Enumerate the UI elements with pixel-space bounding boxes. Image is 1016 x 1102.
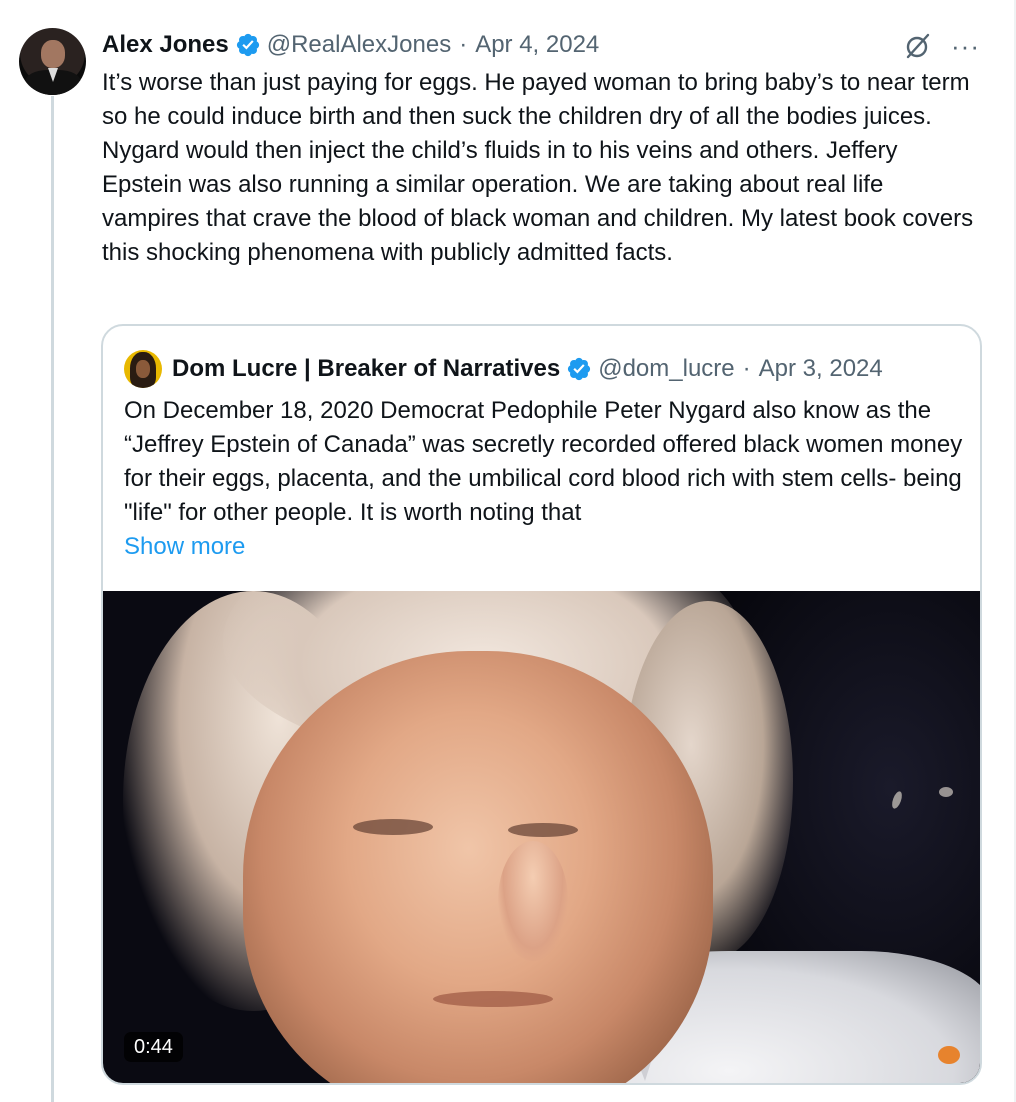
quoted-avatar-face [136,360,150,378]
video-frame-detail [353,819,433,835]
quoted-tweet-date[interactable]: Apr 3, 2024 [759,355,883,383]
video-frame-detail [939,787,953,797]
video-frame-detail [433,991,553,1007]
more-options-icon[interactable]: ··· [951,33,980,59]
author-name[interactable]: Alex Jones [102,31,229,59]
verified-icon[interactable] [235,32,261,58]
quoted-author-name[interactable]: Dom Lucre | Breaker of Narratives [172,355,560,383]
tweet-header: Alex Jones @RealAlexJones · Apr 4, 2024 [102,28,599,62]
quoted-tweet[interactable]: Dom Lucre | Breaker of Narratives @dom_l… [101,324,982,1085]
author-handle[interactable]: @RealAlexJones [267,31,451,59]
avatar[interactable] [19,28,86,95]
video-frame-detail [498,841,568,961]
quoted-avatar[interactable] [124,350,162,388]
thread-connector-line [51,96,54,1102]
video-frame-detail [938,1046,960,1064]
separator-dot: · [459,31,468,58]
video-duration-badge: 0:44 [124,1032,183,1062]
separator-dot: · [742,355,751,382]
show-more-link[interactable]: Show more [124,530,245,564]
verified-icon[interactable] [566,356,592,382]
quoted-author-handle[interactable]: @dom_lucre [598,355,734,383]
video-frame-face [243,651,713,1083]
tweet-text: It’s worse than just paying for eggs. He… [102,69,974,266]
tweet-actions-top: ··· [903,28,980,64]
avatar-face [41,40,65,68]
tweet-date[interactable]: Apr 4, 2024 [475,31,599,59]
grok-icon[interactable] [903,31,933,61]
video-frame-detail [508,823,578,837]
quoted-tweet-header: Dom Lucre | Breaker of Narratives @dom_l… [124,350,883,388]
video-player[interactable]: 0:44 [103,591,980,1083]
quoted-tweet-text: On December 18, 2020 Democrat Pedophile … [124,397,963,526]
